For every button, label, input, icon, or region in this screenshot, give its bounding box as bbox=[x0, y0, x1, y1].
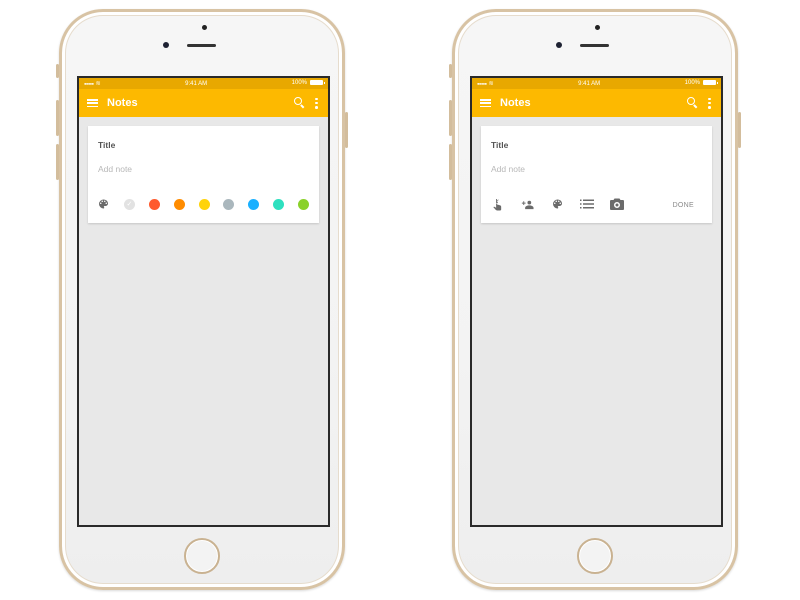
palette-icon[interactable] bbox=[550, 198, 564, 210]
volume-down-button bbox=[449, 144, 452, 180]
screen: ●●●●● ≋ 9:41 AM 100% Notes Title Add note bbox=[77, 76, 330, 527]
color-swatch-orange[interactable] bbox=[173, 198, 185, 210]
more-vert-icon[interactable] bbox=[708, 97, 711, 109]
color-swatch-white[interactable] bbox=[123, 198, 135, 210]
app-toolbar: Notes bbox=[472, 89, 721, 117]
screen: ●●●●● ≋ 9:41 AM 100% Notes Title Add note bbox=[470, 76, 723, 527]
note-title-field[interactable]: Title bbox=[98, 140, 115, 150]
power-button bbox=[738, 112, 741, 148]
volume-up-button bbox=[56, 100, 59, 136]
phone-frame-right: ●●●●● ≋ 9:41 AM 100% Notes Title Add note bbox=[449, 9, 741, 590]
color-swatch-red[interactable] bbox=[148, 198, 160, 210]
color-swatch-gray[interactable] bbox=[223, 198, 235, 210]
list-icon[interactable] bbox=[580, 198, 594, 210]
color-swatch-yellow[interactable] bbox=[198, 198, 210, 210]
reminder-icon[interactable] bbox=[490, 198, 504, 210]
mute-switch bbox=[56, 64, 59, 78]
status-time: 9:41 AM bbox=[578, 80, 601, 87]
done-button[interactable]: DONE bbox=[673, 202, 694, 209]
earpiece-speaker bbox=[187, 44, 216, 47]
earpiece-speaker bbox=[580, 44, 609, 47]
color-swatch-teal[interactable] bbox=[273, 198, 285, 210]
menu-icon[interactable] bbox=[480, 99, 491, 107]
note-actions bbox=[490, 198, 624, 210]
volume-up-button bbox=[449, 100, 452, 136]
note-body-field[interactable]: Add note bbox=[491, 164, 525, 174]
battery-percent: 100% bbox=[684, 80, 700, 87]
note-title-field[interactable]: Title bbox=[491, 140, 508, 150]
app-toolbar: Notes bbox=[79, 89, 328, 117]
battery-icon bbox=[310, 80, 325, 86]
signal-indicator: ●●●●● bbox=[477, 81, 487, 86]
battery-percent: 100% bbox=[291, 80, 307, 87]
status-time: 9:41 AM bbox=[185, 80, 208, 87]
color-picker bbox=[97, 198, 309, 210]
add-collaborator-icon[interactable] bbox=[520, 198, 534, 210]
note-card: Title Add note bbox=[88, 126, 319, 223]
phone-frame-left: ●●●●● ≋ 9:41 AM 100% Notes Title Add note bbox=[56, 9, 348, 590]
home-button[interactable] bbox=[577, 538, 613, 574]
volume-down-button bbox=[56, 144, 59, 180]
more-vert-icon[interactable] bbox=[315, 97, 318, 109]
note-card: Title Add note DONE bbox=[481, 126, 712, 223]
menu-icon[interactable] bbox=[87, 99, 98, 107]
wifi-icon: ≋ bbox=[95, 81, 101, 87]
color-swatch-green[interactable] bbox=[298, 198, 309, 210]
power-button bbox=[345, 112, 348, 148]
app-title: Notes bbox=[107, 97, 138, 109]
color-swatch-blue[interactable] bbox=[248, 198, 260, 210]
search-icon[interactable] bbox=[687, 97, 699, 109]
status-bar: ●●●●● ≋ 9:41 AM 100% bbox=[79, 78, 328, 89]
battery-icon bbox=[703, 80, 718, 86]
proximity-sensor bbox=[163, 42, 169, 48]
search-icon[interactable] bbox=[294, 97, 306, 109]
home-button[interactable] bbox=[184, 538, 220, 574]
status-bar: ●●●●● ≋ 9:41 AM 100% bbox=[472, 78, 721, 89]
mute-switch bbox=[449, 64, 452, 78]
front-camera bbox=[202, 25, 207, 30]
proximity-sensor bbox=[556, 42, 562, 48]
note-body-field[interactable]: Add note bbox=[98, 164, 132, 174]
front-camera bbox=[595, 25, 600, 30]
palette-icon bbox=[99, 199, 108, 209]
camera-icon[interactable] bbox=[610, 198, 624, 210]
wifi-icon: ≋ bbox=[488, 81, 494, 87]
signal-indicator: ●●●●● bbox=[84, 81, 94, 86]
app-title: Notes bbox=[500, 97, 531, 109]
